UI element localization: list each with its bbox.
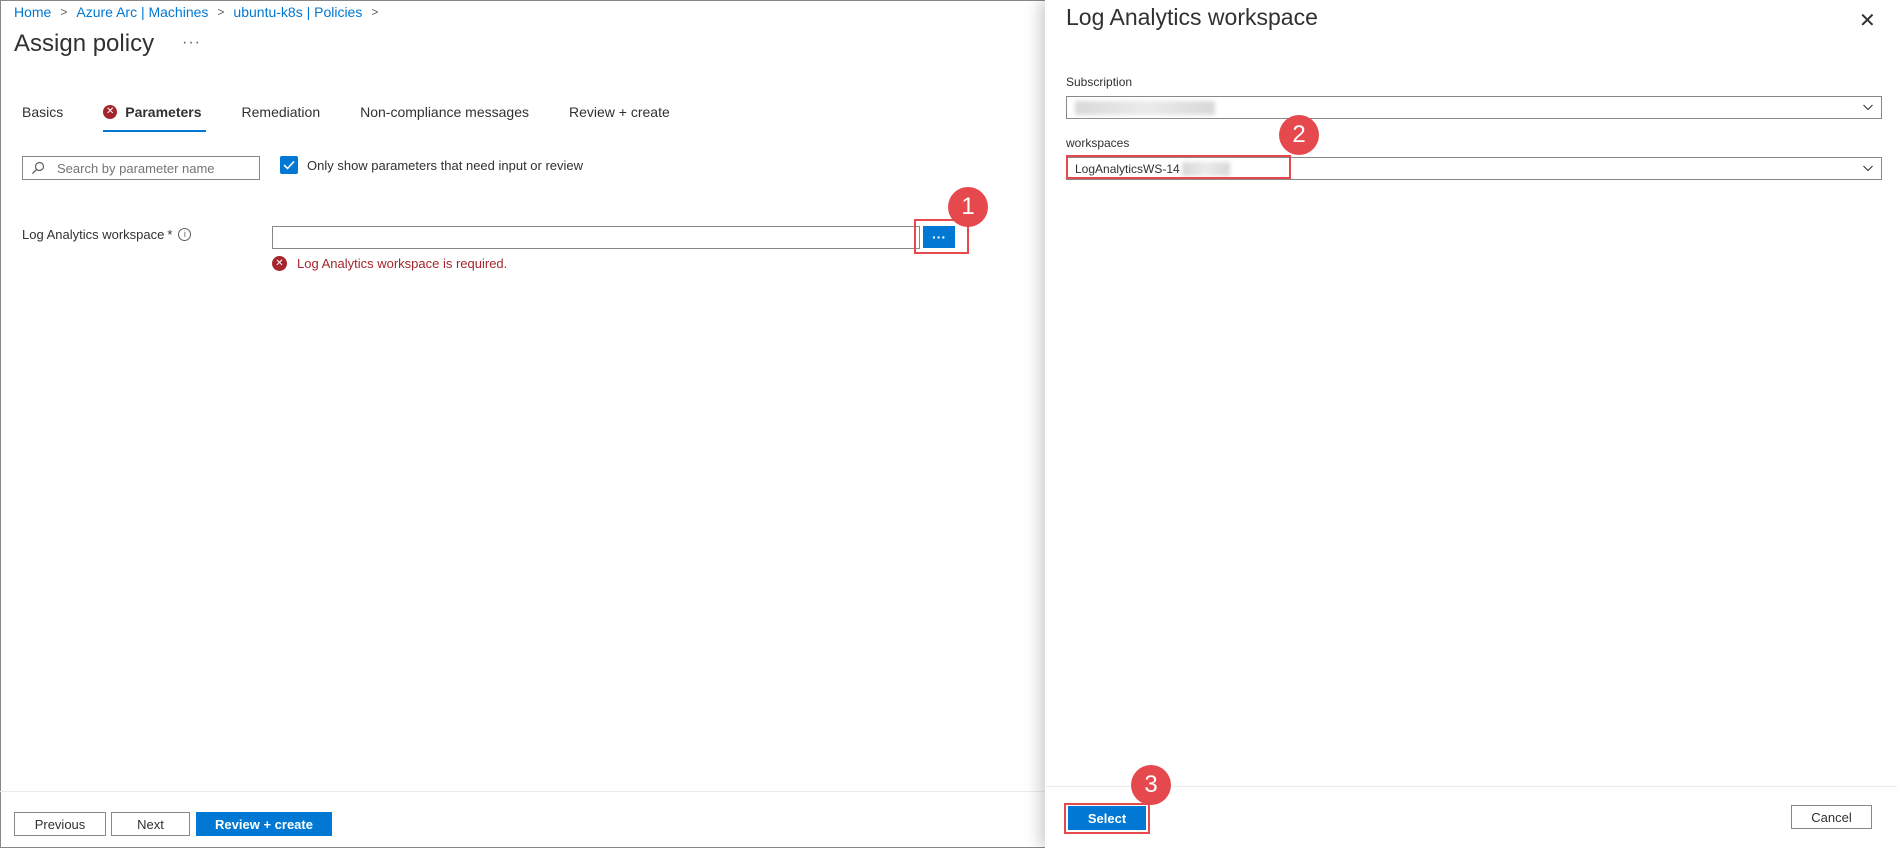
required-marker: * — [167, 227, 173, 242]
info-icon[interactable]: i — [178, 228, 192, 241]
cancel-button[interactable]: Cancel — [1791, 805, 1872, 829]
panel-footer-divider — [1045, 786, 1897, 787]
footer-divider — [0, 791, 1045, 792]
close-icon[interactable]: ✕ — [1859, 8, 1876, 33]
tab-non-compliance-messages[interactable]: Non-compliance messages — [360, 104, 529, 132]
tab-bar: Basics ✕ Parameters Remediation Non-comp… — [22, 104, 710, 132]
chevron-down-icon — [1863, 104, 1873, 111]
search-icon — [32, 161, 45, 174]
annotation-highlight-3 — [1064, 803, 1150, 834]
breadcrumb-separator: > — [60, 5, 68, 19]
tab-label: Parameters — [125, 104, 202, 120]
subscription-dropdown[interactable] — [1066, 96, 1882, 119]
previous-button[interactable]: Previous — [14, 812, 106, 836]
parameter-search-box[interactable] — [22, 156, 260, 180]
tab-parameters[interactable]: ✕ Parameters — [103, 104, 206, 132]
more-options-icon[interactable]: ··· — [182, 34, 201, 52]
page-title: Assign policy — [14, 30, 155, 57]
tab-basics[interactable]: Basics — [22, 104, 63, 132]
assign-policy-pane: Home > Azure Arc | Machines > ubuntu-k8s… — [0, 0, 1045, 848]
breadcrumb: Home > Azure Arc | Machines > ubuntu-k8s… — [14, 4, 387, 20]
workspaces-label: workspaces — [1066, 136, 1130, 150]
breadcrumb-azure-arc-machines[interactable]: Azure Arc | Machines — [76, 4, 208, 20]
breadcrumb-home[interactable]: Home — [14, 4, 51, 20]
annotation-badge-2: 2 — [1279, 115, 1319, 155]
log-analytics-workspace-panel: Log Analytics workspace ✕ Subscription w… — [1045, 0, 1897, 848]
panel-title: Log Analytics workspace — [1066, 4, 1318, 30]
tab-review-create[interactable]: Review + create — [569, 104, 670, 132]
checkbox-label: Only show parameters that need input or … — [307, 157, 584, 173]
subscription-label: Subscription — [1066, 75, 1133, 89]
tab-label: Basics — [22, 104, 64, 120]
checkbox-checked-icon[interactable] — [280, 156, 298, 174]
breadcrumb-ubuntu-policies[interactable]: ubuntu-k8s | Policies — [233, 4, 362, 20]
tab-remediation[interactable]: Remediation — [242, 104, 321, 132]
search-input[interactable] — [57, 160, 247, 176]
tab-label: Review + create — [568, 104, 670, 120]
annotation-highlight-2 — [1066, 155, 1291, 179]
validation-error: ✕ Log Analytics workspace is required. — [272, 256, 507, 271]
tab-label: Non-compliance messages — [360, 104, 529, 120]
chevron-down-icon — [1863, 165, 1873, 172]
tab-label: Remediation — [241, 104, 321, 120]
breadcrumb-separator: > — [217, 5, 225, 19]
annotation-badge-1: 1 — [948, 187, 988, 227]
annotation-badge-3: 3 — [1131, 765, 1171, 805]
error-icon: ✕ — [272, 256, 287, 271]
log-analytics-workspace-input[interactable] — [272, 226, 920, 249]
breadcrumb-separator: > — [371, 5, 379, 19]
error-icon: ✕ — [103, 105, 118, 119]
parameter-label: Log Analytics workspace * i — [22, 227, 192, 242]
error-message: Log Analytics workspace is required. — [297, 256, 508, 271]
parameter-name: Log Analytics workspace — [22, 227, 165, 242]
review-create-button[interactable]: Review + create — [196, 812, 332, 836]
only-show-checkbox[interactable]: Only show parameters that need input or … — [280, 156, 583, 174]
redacted-value — [1075, 100, 1215, 115]
next-button[interactable]: Next — [111, 812, 190, 836]
